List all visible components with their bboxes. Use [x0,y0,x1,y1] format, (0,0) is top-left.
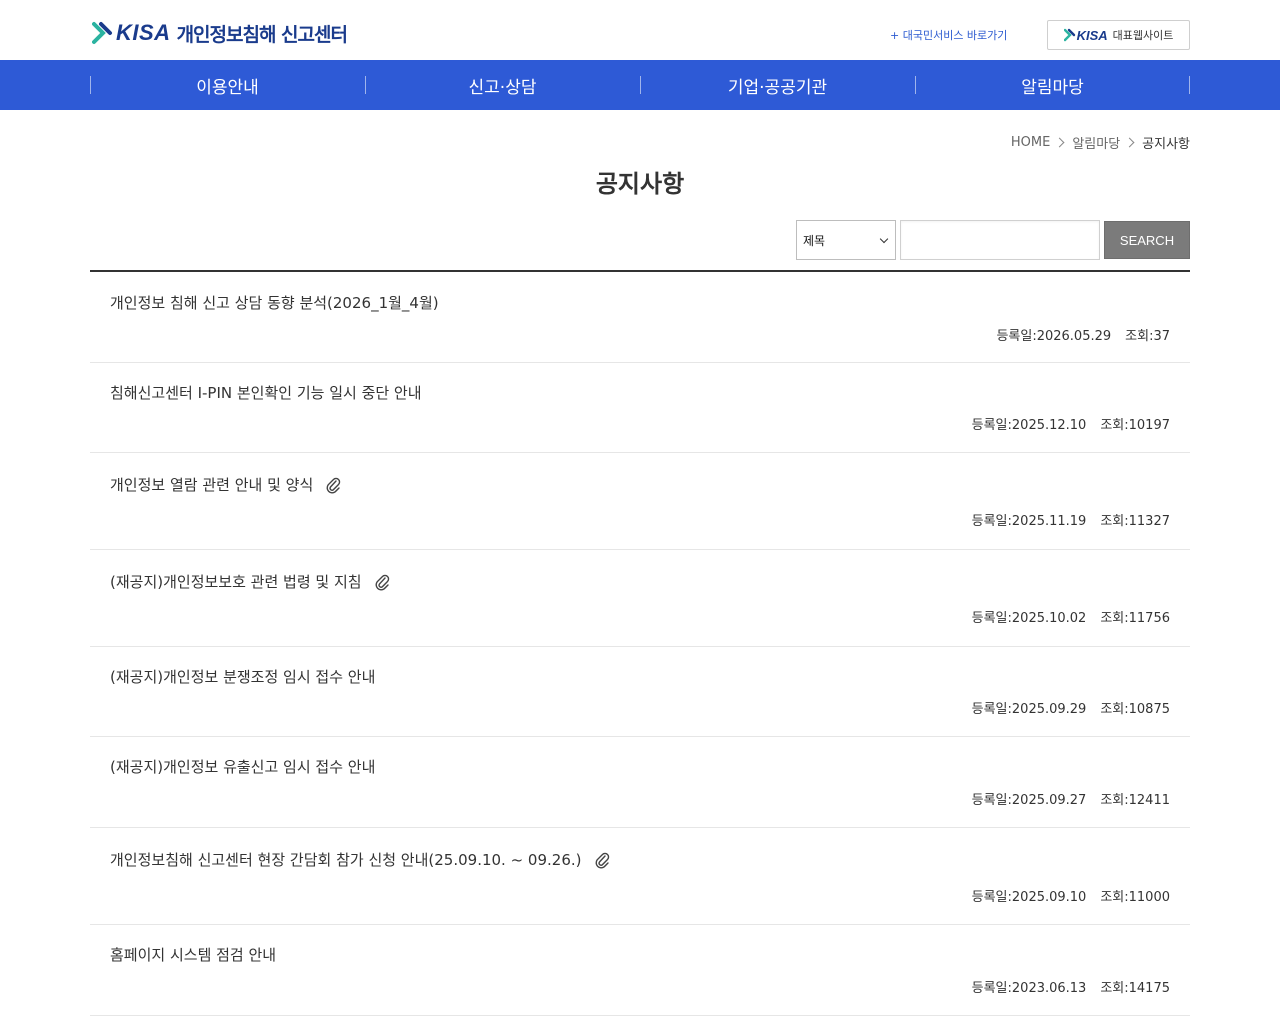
kisa-logo-icon [92,21,114,45]
notice-views: 조회:14175 [1100,981,1170,996]
notice-views: 조회:11327 [1100,514,1170,529]
list-item[interactable]: 개인정보 열람 관련 안내 및 양식 등록일:2025.11.19 조회:113… [90,453,1190,550]
list-item[interactable]: 개인정보침해 신고센터 현장 간담회 참가 신청 안내(25.09.10. ~ … [90,828,1190,925]
paperclip-icon[interactable] [325,476,341,494]
breadcrumb-section[interactable]: 알림마당 [1072,133,1120,152]
notice-meta: 등록일:2025.12.10 조회:10197 [972,414,1170,433]
notice-views: 조회:37 [1125,329,1170,344]
notice-meta: 등록일:2025.10.02 조회:11756 [972,607,1170,626]
site-logo[interactable]: KISA 개인정보침해 신고센터 [92,18,348,48]
nav-divider [1189,76,1190,94]
notice-date: 등록일:2025.10.02 [971,611,1087,626]
main-nav: 이용안내 신고·상담 기업·공공기관 알림마당 [0,60,1280,110]
notice-title-text[interactable]: (재공지)개인정보보호 관련 법령 및 지침 [110,571,362,592]
notice-views: 조회:11000 [1100,890,1170,905]
notice-meta: 등록일:2025.09.29 조회:10875 [972,698,1170,717]
notice-title-text[interactable]: (재공지)개인정보 유출신고 임시 접수 안내 [110,756,375,777]
kisa-logo-icon [1063,28,1076,42]
search-input[interactable] [900,220,1100,260]
list-item[interactable]: (재공지)개인정보보호 관련 법령 및 지침 등록일:2025.10.02 조회… [90,550,1190,647]
notice-title-text[interactable]: 침해신고센터 I-PIN 본인확인 기능 일시 중단 안내 [110,382,422,403]
notice-date: 등록일:2025.09.10 [971,890,1087,905]
notice-date: 등록일:2023.06.13 [971,981,1087,996]
mini-logo: KISA [1063,27,1108,43]
mini-logo-word: KISA [1076,27,1108,43]
breadcrumb: HOME 알림마당 공지사항 [1011,133,1190,152]
page-title: 공지사항 [595,170,685,198]
search-field-value: 제목 [803,233,826,248]
notice-title-text[interactable]: 개인정보 침해 신고 상담 동향 분석(2026_1월_4월) [110,292,439,313]
nav-item-guide[interactable]: 이용안내 [90,60,365,110]
notice-views: 조회:10875 [1100,702,1170,717]
kisa-website-button[interactable]: KISA 대표웹사이트 [1047,20,1190,50]
notice-list: 개인정보 침해 신고 상담 동향 분석(2026_1월_4월) 등록일:2026… [90,270,1190,1016]
notice-title[interactable]: 개인정보침해 신고센터 현장 간담회 참가 신청 안내(25.09.10. ~ … [110,849,610,870]
notice-views: 조회:11756 [1100,611,1170,626]
notice-date: 등록일:2025.09.27 [971,793,1087,808]
notice-title[interactable]: (재공지)개인정보 유출신고 임시 접수 안내 [110,756,375,777]
nav-item-notice[interactable]: 알림마당 [915,60,1190,110]
notice-title[interactable]: 개인정보 침해 신고 상담 동향 분석(2026_1월_4월) [110,292,439,313]
paperclip-icon[interactable] [594,851,610,869]
list-item[interactable]: (재공지)개인정보 유출신고 임시 접수 안내 등록일:2025.09.27 조… [90,737,1190,828]
gov-service-link[interactable]: + 대국민서비스 바로가기 [890,27,1007,43]
notice-date: 등록일:2025.11.19 [971,514,1087,529]
list-item[interactable]: 개인정보 침해 신고 상담 동향 분석(2026_1월_4월) 등록일:2026… [90,272,1190,363]
search-field-select[interactable]: 제목 [796,220,896,260]
search-button[interactable]: SEARCH [1104,221,1190,259]
notice-title[interactable]: 침해신고센터 I-PIN 본인확인 기능 일시 중단 안내 [110,382,422,403]
paperclip-icon[interactable] [374,573,390,591]
kisa-website-label: 대표웹사이트 [1112,29,1174,42]
notice-meta: 등록일:2026.05.29 조회:37 [996,325,1170,344]
chevron-right-icon [1124,137,1135,148]
notice-title-text[interactable]: (재공지)개인정보 분쟁조정 임시 접수 안내 [110,666,375,687]
nav-item-enterprise[interactable]: 기업·공공기관 [640,60,915,110]
notice-meta: 등록일:2025.09.10 조회:11000 [972,886,1170,905]
list-item[interactable]: 홈페이지 시스템 점검 안내 등록일:2023.06.13 조회:14175 [90,925,1190,1016]
site-header: KISA 개인정보침해 신고센터 + 대국민서비스 바로가기 KISA 대표웹사… [0,0,1280,60]
notice-date: 등록일:2025.09.29 [971,702,1087,717]
notice-title[interactable]: (재공지)개인정보보호 관련 법령 및 지침 [110,571,390,592]
notice-title-text[interactable]: 개인정보 열람 관련 안내 및 양식 [110,474,313,495]
notice-date: 등록일:2025.12.10 [971,418,1087,433]
chevron-down-icon [879,234,889,244]
notice-title[interactable]: 홈페이지 시스템 점검 안내 [110,944,276,965]
notice-meta: 등록일:2025.11.19 조회:11327 [972,510,1170,529]
notice-title-text[interactable]: 홈페이지 시스템 점검 안내 [110,944,276,965]
list-item[interactable]: 침해신고센터 I-PIN 본인확인 기능 일시 중단 안내 등록일:2025.1… [90,363,1190,453]
notice-date: 등록일:2026.05.29 [996,329,1112,344]
notice-meta: 등록일:2023.06.13 조회:14175 [972,977,1170,996]
nav-item-report[interactable]: 신고·상담 [365,60,640,110]
notice-meta: 등록일:2025.09.27 조회:12411 [972,789,1170,808]
notice-title[interactable]: 개인정보 열람 관련 안내 및 양식 [110,474,341,495]
chevron-right-icon [1054,137,1065,148]
breadcrumb-home[interactable]: HOME [1011,135,1050,150]
logo-word: KISA [116,20,171,45]
list-item[interactable]: (재공지)개인정보 분쟁조정 임시 접수 안내 등록일:2025.09.29 조… [90,647,1190,737]
notice-title[interactable]: (재공지)개인정보 분쟁조정 임시 접수 안내 [110,666,375,687]
notice-title-text[interactable]: 개인정보침해 신고센터 현장 간담회 참가 신청 안내(25.09.10. ~ … [110,849,582,870]
breadcrumb-current: 공지사항 [1142,137,1190,152]
notice-views: 조회:10197 [1100,418,1170,433]
logo-title: 개인정보침해 신고센터 [176,23,348,46]
notice-views: 조회:12411 [1100,793,1170,808]
search-bar: 제목 SEARCH [796,220,1190,260]
